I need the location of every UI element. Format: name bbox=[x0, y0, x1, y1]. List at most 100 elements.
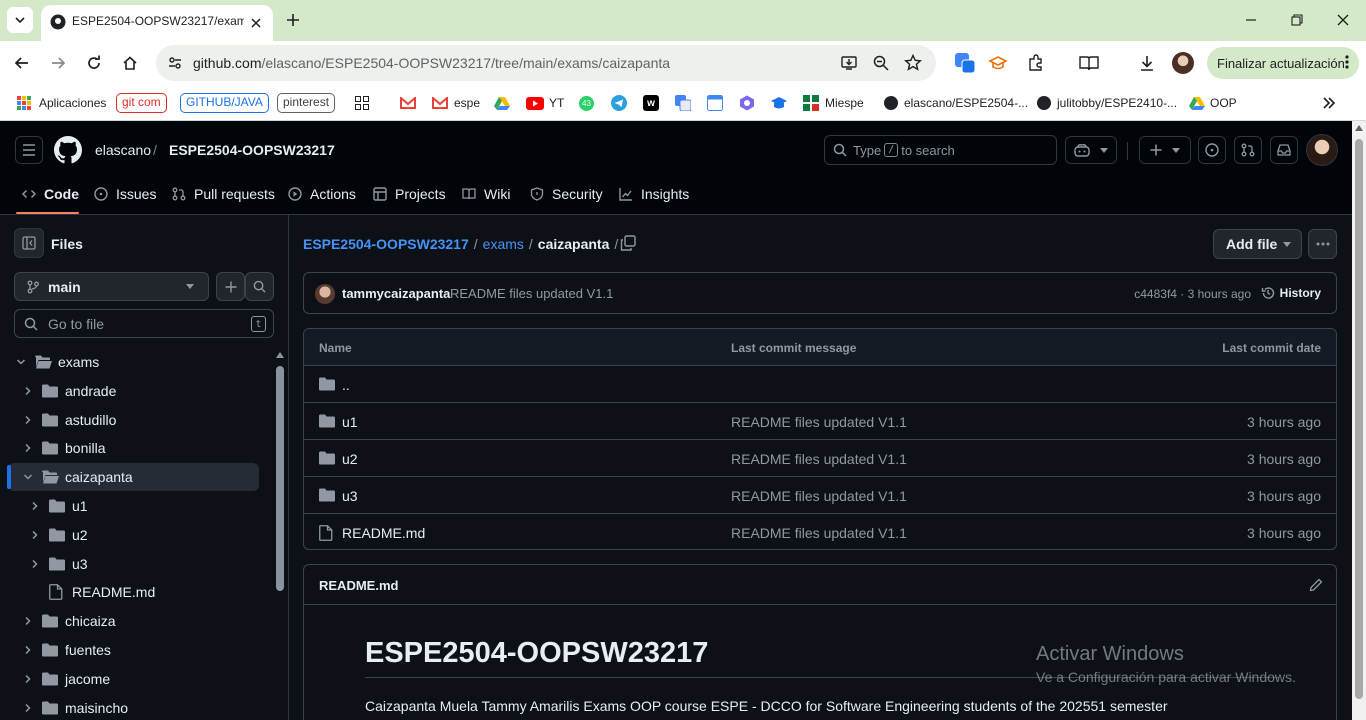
page-scrollbar[interactable] bbox=[1352, 121, 1366, 720]
back-button[interactable] bbox=[10, 51, 34, 75]
downloads-icon[interactable] bbox=[1135, 51, 1159, 75]
repo-name-link[interactable]: ESPE2504-OOPSW23217 bbox=[169, 142, 335, 158]
bookmark-calendar[interactable] bbox=[707, 93, 723, 113]
bookmark-whatsapp[interactable]: 43 bbox=[579, 93, 594, 113]
tree-item-fuentes[interactable]: fuentes bbox=[8, 636, 259, 664]
bookmark-espe[interactable]: espe bbox=[432, 93, 480, 113]
commit-sha-time[interactable]: c4483f4 · 3 hours ago bbox=[1134, 287, 1251, 301]
breadcrumb-repo-link[interactable]: ESPE2504-OOPSW23217 bbox=[303, 236, 469, 252]
edit-readme-button[interactable] bbox=[1309, 578, 1323, 592]
table-row[interactable]: u1 README files updated V1.1 3 hours ago bbox=[304, 403, 1336, 440]
file-name-link[interactable]: .. bbox=[342, 377, 350, 393]
extension-translate-icon[interactable] bbox=[953, 51, 977, 75]
copy-path-icon[interactable] bbox=[620, 235, 638, 253]
reload-button[interactable] bbox=[82, 51, 106, 75]
minimize-window-button[interactable] bbox=[1239, 9, 1263, 31]
address-bar[interactable]: github.com/elascano/ESPE2504-OOPSW23217/… bbox=[156, 45, 936, 81]
repo-owner-link[interactable]: elascano bbox=[95, 142, 151, 158]
tree-item-chicaiza[interactable]: chicaiza bbox=[8, 607, 259, 635]
chevron-right-icon[interactable] bbox=[30, 501, 40, 511]
bookmark-apps[interactable]: Aplicaciones bbox=[17, 93, 106, 113]
chevron-down-icon[interactable] bbox=[16, 357, 26, 367]
inbox-button[interactable] bbox=[1270, 136, 1298, 164]
bookmark-pinterest[interactable]: pinterest bbox=[277, 93, 336, 113]
more-options-button[interactable] bbox=[1308, 229, 1337, 259]
install-app-icon[interactable] bbox=[839, 53, 859, 73]
chevron-right-icon[interactable] bbox=[23, 645, 33, 655]
branch-selector[interactable]: main bbox=[14, 272, 209, 301]
global-menu-button[interactable] bbox=[15, 136, 43, 164]
commit-message-link[interactable]: README files updated V1.1 bbox=[731, 525, 907, 541]
bookmark-grid[interactable] bbox=[355, 93, 369, 113]
extensions-puzzle-icon[interactable] bbox=[1024, 51, 1048, 75]
search-files-button[interactable] bbox=[245, 272, 274, 301]
bookmark-miespe[interactable]: Miespe bbox=[803, 93, 864, 113]
table-row[interactable]: u2 README files updated V1.1 3 hours ago bbox=[304, 440, 1336, 477]
bookmark-youtube[interactable]: YT bbox=[526, 93, 564, 113]
close-window-button[interactable] bbox=[1331, 9, 1355, 31]
bookmark-elascano[interactable]: elascano/ESPE2504-... bbox=[884, 93, 1028, 113]
breadcrumb-exams-link[interactable]: exams bbox=[483, 236, 524, 252]
user-avatar[interactable] bbox=[1306, 134, 1338, 166]
file-name-link[interactable]: u1 bbox=[342, 414, 358, 430]
tree-item-u1[interactable]: u1 bbox=[8, 492, 259, 520]
chevron-right-icon[interactable] bbox=[30, 530, 40, 540]
restore-window-button[interactable] bbox=[1285, 9, 1309, 31]
sidebar-scrollbar[interactable] bbox=[273, 348, 287, 720]
more-bookmarks-button[interactable] bbox=[1322, 93, 1336, 113]
chevron-right-icon[interactable] bbox=[23, 386, 33, 396]
tab-projects[interactable]: Projects bbox=[373, 181, 446, 207]
chevron-right-icon[interactable] bbox=[30, 559, 40, 569]
file-name-link[interactable]: README.md bbox=[342, 525, 425, 541]
bookmark-school[interactable] bbox=[771, 93, 787, 113]
file-name-link[interactable]: u3 bbox=[342, 488, 358, 504]
bookmark-drive[interactable] bbox=[494, 93, 510, 113]
tab-issues[interactable]: Issues bbox=[94, 181, 156, 207]
tree-item-caizapanta[interactable]: caizapanta bbox=[8, 463, 259, 492]
tree-item-andrade[interactable]: andrade bbox=[8, 377, 259, 405]
github-logo-icon[interactable] bbox=[54, 136, 82, 164]
readme-title[interactable]: README.md bbox=[319, 578, 398, 593]
bookmark-w[interactable]: w bbox=[643, 93, 659, 113]
commit-message-link[interactable]: README files updated V1.1 bbox=[731, 451, 907, 467]
chevron-right-icon[interactable] bbox=[23, 674, 33, 684]
tree-item-readme-md[interactable]: README.md bbox=[8, 578, 259, 606]
new-tab-button[interactable] bbox=[283, 10, 303, 30]
close-tab-icon[interactable] bbox=[247, 14, 265, 32]
tree-item-jacome[interactable]: jacome bbox=[8, 665, 259, 693]
chevron-right-icon[interactable] bbox=[23, 616, 33, 626]
commit-message[interactable]: README files updated V1.1 bbox=[450, 286, 613, 301]
bookmark-github-java[interactable]: GITHUB/JAVA bbox=[180, 93, 269, 113]
finish-update-button[interactable]: Finalizar actualización bbox=[1207, 47, 1359, 79]
tab-pull-requests[interactable]: Pull requests bbox=[172, 181, 275, 207]
collapse-sidebar-button[interactable] bbox=[14, 228, 44, 258]
bookmark-oop[interactable]: OOP bbox=[1189, 93, 1237, 113]
forward-button[interactable] bbox=[46, 51, 70, 75]
site-info-icon[interactable] bbox=[165, 53, 185, 73]
tree-item-maisincho[interactable]: maisincho bbox=[8, 694, 259, 720]
table-row[interactable]: .. bbox=[304, 366, 1336, 403]
tree-item-astudillo[interactable]: astudillo bbox=[8, 406, 259, 434]
tab-security[interactable]: Security bbox=[530, 181, 603, 207]
commit-author-avatar[interactable] bbox=[315, 284, 335, 304]
tree-item-u2[interactable]: u2 bbox=[8, 521, 259, 549]
bookmark-star-icon[interactable] bbox=[903, 53, 923, 73]
add-file-sidebar-button[interactable] bbox=[216, 272, 245, 301]
tab-search-button[interactable] bbox=[7, 7, 33, 33]
chevron-right-icon[interactable] bbox=[23, 415, 33, 425]
history-button[interactable]: History bbox=[1261, 286, 1321, 300]
tab-insights[interactable]: Insights bbox=[619, 181, 689, 207]
bookmark-hex[interactable] bbox=[739, 93, 755, 113]
tree-item-u3[interactable]: u3 bbox=[8, 550, 259, 578]
chevron-right-icon[interactable] bbox=[23, 443, 33, 453]
table-row[interactable]: u3 README files updated V1.1 3 hours ago bbox=[304, 477, 1336, 514]
go-to-file-input[interactable]: Go to file t bbox=[14, 309, 274, 338]
home-button[interactable] bbox=[118, 51, 142, 75]
profile-avatar[interactable] bbox=[1171, 51, 1195, 75]
browser-tab[interactable]: ESPE2504-OOPSW23217/exams/caizapanta bbox=[41, 5, 273, 41]
table-row[interactable]: README.md README files updated V1.1 3 hour… bbox=[304, 514, 1336, 549]
zoom-icon[interactable] bbox=[871, 53, 891, 73]
extension-graduation-icon[interactable] bbox=[986, 51, 1010, 75]
bookmark-translate[interactable] bbox=[675, 93, 691, 113]
tree-item-bonilla[interactable]: bonilla bbox=[8, 434, 259, 462]
